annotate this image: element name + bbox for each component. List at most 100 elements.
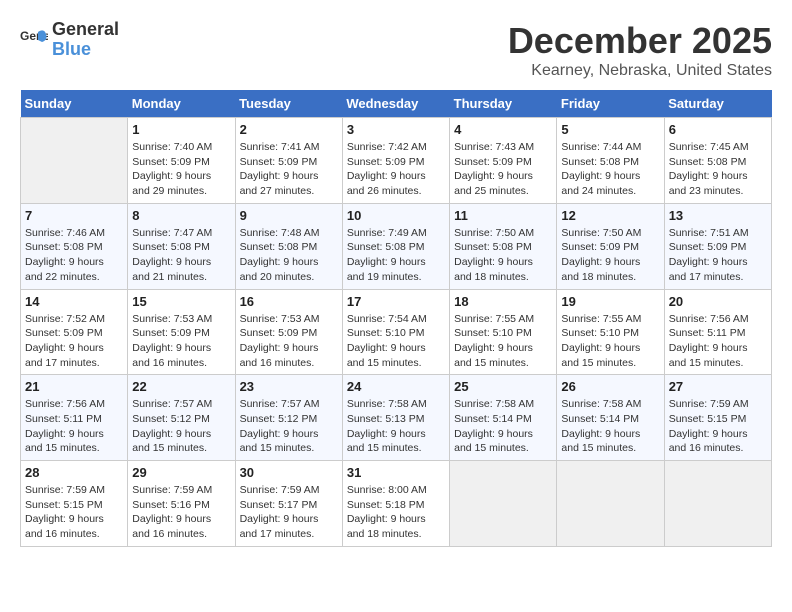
day-number: 30 [240, 465, 338, 480]
calendar-cell: 11 Sunrise: 7:50 AMSunset: 5:08 PMDayligh… [450, 203, 557, 289]
day-number: 6 [669, 122, 767, 137]
day-info: Sunrise: 7:59 AMSunset: 5:16 PMDaylight:… [132, 483, 230, 542]
day-number: 28 [25, 465, 123, 480]
calendar-table: SundayMondayTuesdayWednesdayThursdayFrid… [20, 90, 772, 547]
calendar-cell: 17Sunrise: 7:54 AMSunset: 5:10 PMDayligh… [342, 289, 449, 375]
day-number: 31 [347, 465, 445, 480]
day-number: 3 [347, 122, 445, 137]
day-info: Sunrise: 7:57 AMSunset: 5:12 PMDaylight:… [132, 397, 230, 456]
calendar-week-1: 1 Sunrise: 7:40 AMSunset: 5:09 PMDaylight… [21, 118, 772, 204]
calendar-cell: 8 Sunrise: 7:47 AMSunset: 5:08 PMDaylight… [128, 203, 235, 289]
day-number: 5 [561, 122, 659, 137]
calendar-cell: 30 Sunrise: 7:59 AMSunset: 5:17 PMDayligh… [235, 461, 342, 547]
calendar-cell: 25Sunrise: 7:58 AMSunset: 5:14 PMDayligh… [450, 375, 557, 461]
calendar-cell: 2 Sunrise: 7:41 AMSunset: 5:09 PMDaylight… [235, 118, 342, 204]
calendar-cell: 7 Sunrise: 7:46 AMSunset: 5:08 PMDaylight… [21, 203, 128, 289]
calendar-cell: 26Sunrise: 7:58 AMSunset: 5:14 PMDayligh… [557, 375, 664, 461]
day-info: Sunrise: 7:56 AMSunset: 5:11 PMDaylight:… [669, 312, 767, 371]
calendar-cell: 10 Sunrise: 7:49 AMSunset: 5:08 PMDayligh… [342, 203, 449, 289]
day-info: Sunrise: 7:48 AMSunset: 5:08 PMDaylight:… [240, 226, 338, 285]
page-header: General General Blue December 2025 Kearn… [20, 20, 772, 80]
calendar-cell: 1 Sunrise: 7:40 AMSunset: 5:09 PMDaylight… [128, 118, 235, 204]
calendar-week-3: 14Sunrise: 7:52 AMSunset: 5:09 PMDayligh… [21, 289, 772, 375]
day-number: 29 [132, 465, 230, 480]
logo: General General Blue [20, 20, 119, 60]
day-info: Sunrise: 7:45 AMSunset: 5:08 PMDaylight:… [669, 140, 767, 199]
day-number: 22 [132, 379, 230, 394]
calendar-cell: 4 Sunrise: 7:43 AMSunset: 5:09 PMDaylight… [450, 118, 557, 204]
calendar-cell: 29 Sunrise: 7:59 AMSunset: 5:16 PMDayligh… [128, 461, 235, 547]
calendar-cell: 16 Sunrise: 7:53 AMSunset: 5:09 PMDayligh… [235, 289, 342, 375]
calendar-week-2: 7 Sunrise: 7:46 AMSunset: 5:08 PMDaylight… [21, 203, 772, 289]
day-info: Sunrise: 7:50 AMSunset: 5:08 PMDaylight:… [454, 226, 552, 285]
calendar-cell: 24 Sunrise: 7:58 AMSunset: 5:13 PMDayligh… [342, 375, 449, 461]
day-info: Sunrise: 7:44 AMSunset: 5:08 PMDaylight:… [561, 140, 659, 199]
calendar-cell: 18 Sunrise: 7:55 AMSunset: 5:10 PMDayligh… [450, 289, 557, 375]
day-info: Sunrise: 8:00 AMSunset: 5:18 PMDaylight:… [347, 483, 445, 542]
day-info: Sunrise: 7:59 AMSunset: 5:15 PMDaylight:… [669, 397, 767, 456]
calendar-cell: 6 Sunrise: 7:45 AMSunset: 5:08 PMDaylight… [664, 118, 771, 204]
calendar-cell [557, 461, 664, 547]
calendar-cell: 5 Sunrise: 7:44 AMSunset: 5:08 PMDaylight… [557, 118, 664, 204]
column-header-wednesday: Wednesday [342, 90, 449, 118]
day-number: 7 [25, 208, 123, 223]
calendar-cell: 9 Sunrise: 7:48 AMSunset: 5:08 PMDaylight… [235, 203, 342, 289]
day-number: 10 [347, 208, 445, 223]
day-info: Sunrise: 7:55 AMSunset: 5:10 PMDaylight:… [454, 312, 552, 371]
day-number: 27 [669, 379, 767, 394]
calendar-cell [450, 461, 557, 547]
calendar-cell: 12Sunrise: 7:50 AMSunset: 5:09 PMDayligh… [557, 203, 664, 289]
calendar-header-row: SundayMondayTuesdayWednesdayThursdayFrid… [21, 90, 772, 118]
calendar-cell: 22 Sunrise: 7:57 AMSunset: 5:12 PMDayligh… [128, 375, 235, 461]
day-number: 8 [132, 208, 230, 223]
day-number: 12 [561, 208, 659, 223]
column-header-saturday: Saturday [664, 90, 771, 118]
calendar-cell: 21Sunrise: 7:56 AMSunset: 5:11 PMDayligh… [21, 375, 128, 461]
calendar-week-4: 21Sunrise: 7:56 AMSunset: 5:11 PMDayligh… [21, 375, 772, 461]
day-info: Sunrise: 7:40 AMSunset: 5:09 PMDaylight:… [132, 140, 230, 199]
calendar-cell: 28Sunrise: 7:59 AMSunset: 5:15 PMDayligh… [21, 461, 128, 547]
day-info: Sunrise: 7:47 AMSunset: 5:08 PMDaylight:… [132, 226, 230, 285]
day-number: 11 [454, 208, 552, 223]
day-info: Sunrise: 7:59 AMSunset: 5:17 PMDaylight:… [240, 483, 338, 542]
day-number: 9 [240, 208, 338, 223]
day-number: 13 [669, 208, 767, 223]
location-title: Kearney, Nebraska, United States [508, 62, 772, 80]
day-number: 18 [454, 294, 552, 309]
day-info: Sunrise: 7:51 AMSunset: 5:09 PMDaylight:… [669, 226, 767, 285]
day-info: Sunrise: 7:57 AMSunset: 5:12 PMDaylight:… [240, 397, 338, 456]
day-info: Sunrise: 7:58 AMSunset: 5:13 PMDaylight:… [347, 397, 445, 456]
logo-blue-text: Blue [52, 39, 91, 59]
day-number: 16 [240, 294, 338, 309]
logo-general-text: General [52, 19, 119, 39]
day-info: Sunrise: 7:53 AMSunset: 5:09 PMDaylight:… [240, 312, 338, 371]
day-info: Sunrise: 7:53 AMSunset: 5:09 PMDaylight:… [132, 312, 230, 371]
day-info: Sunrise: 7:43 AMSunset: 5:09 PMDaylight:… [454, 140, 552, 199]
calendar-cell [21, 118, 128, 204]
day-info: Sunrise: 7:46 AMSunset: 5:08 PMDaylight:… [25, 226, 123, 285]
day-info: Sunrise: 7:55 AMSunset: 5:10 PMDaylight:… [561, 312, 659, 371]
column-header-thursday: Thursday [450, 90, 557, 118]
day-number: 1 [132, 122, 230, 137]
logo-icon: General [20, 26, 48, 54]
column-header-monday: Monday [128, 90, 235, 118]
day-info: Sunrise: 7:49 AMSunset: 5:08 PMDaylight:… [347, 226, 445, 285]
day-info: Sunrise: 7:52 AMSunset: 5:09 PMDaylight:… [25, 312, 123, 371]
day-number: 2 [240, 122, 338, 137]
calendar-cell: 19Sunrise: 7:55 AMSunset: 5:10 PMDayligh… [557, 289, 664, 375]
day-number: 17 [347, 294, 445, 309]
calendar-cell: 3Sunrise: 7:42 AMSunset: 5:09 PMDaylight… [342, 118, 449, 204]
day-number: 4 [454, 122, 552, 137]
day-number: 26 [561, 379, 659, 394]
calendar-cell [664, 461, 771, 547]
calendar-cell: 27 Sunrise: 7:59 AMSunset: 5:15 PMDayligh… [664, 375, 771, 461]
column-header-sunday: Sunday [21, 90, 128, 118]
column-header-tuesday: Tuesday [235, 90, 342, 118]
day-number: 24 [347, 379, 445, 394]
title-section: December 2025 Kearney, Nebraska, United … [508, 20, 772, 80]
calendar-cell: 14Sunrise: 7:52 AMSunset: 5:09 PMDayligh… [21, 289, 128, 375]
day-info: Sunrise: 7:41 AMSunset: 5:09 PMDaylight:… [240, 140, 338, 199]
calendar-cell: 13 Sunrise: 7:51 AMSunset: 5:09 PMDayligh… [664, 203, 771, 289]
day-info: Sunrise: 7:56 AMSunset: 5:11 PMDaylight:… [25, 397, 123, 456]
calendar-body: 1 Sunrise: 7:40 AMSunset: 5:09 PMDaylight… [21, 118, 772, 547]
